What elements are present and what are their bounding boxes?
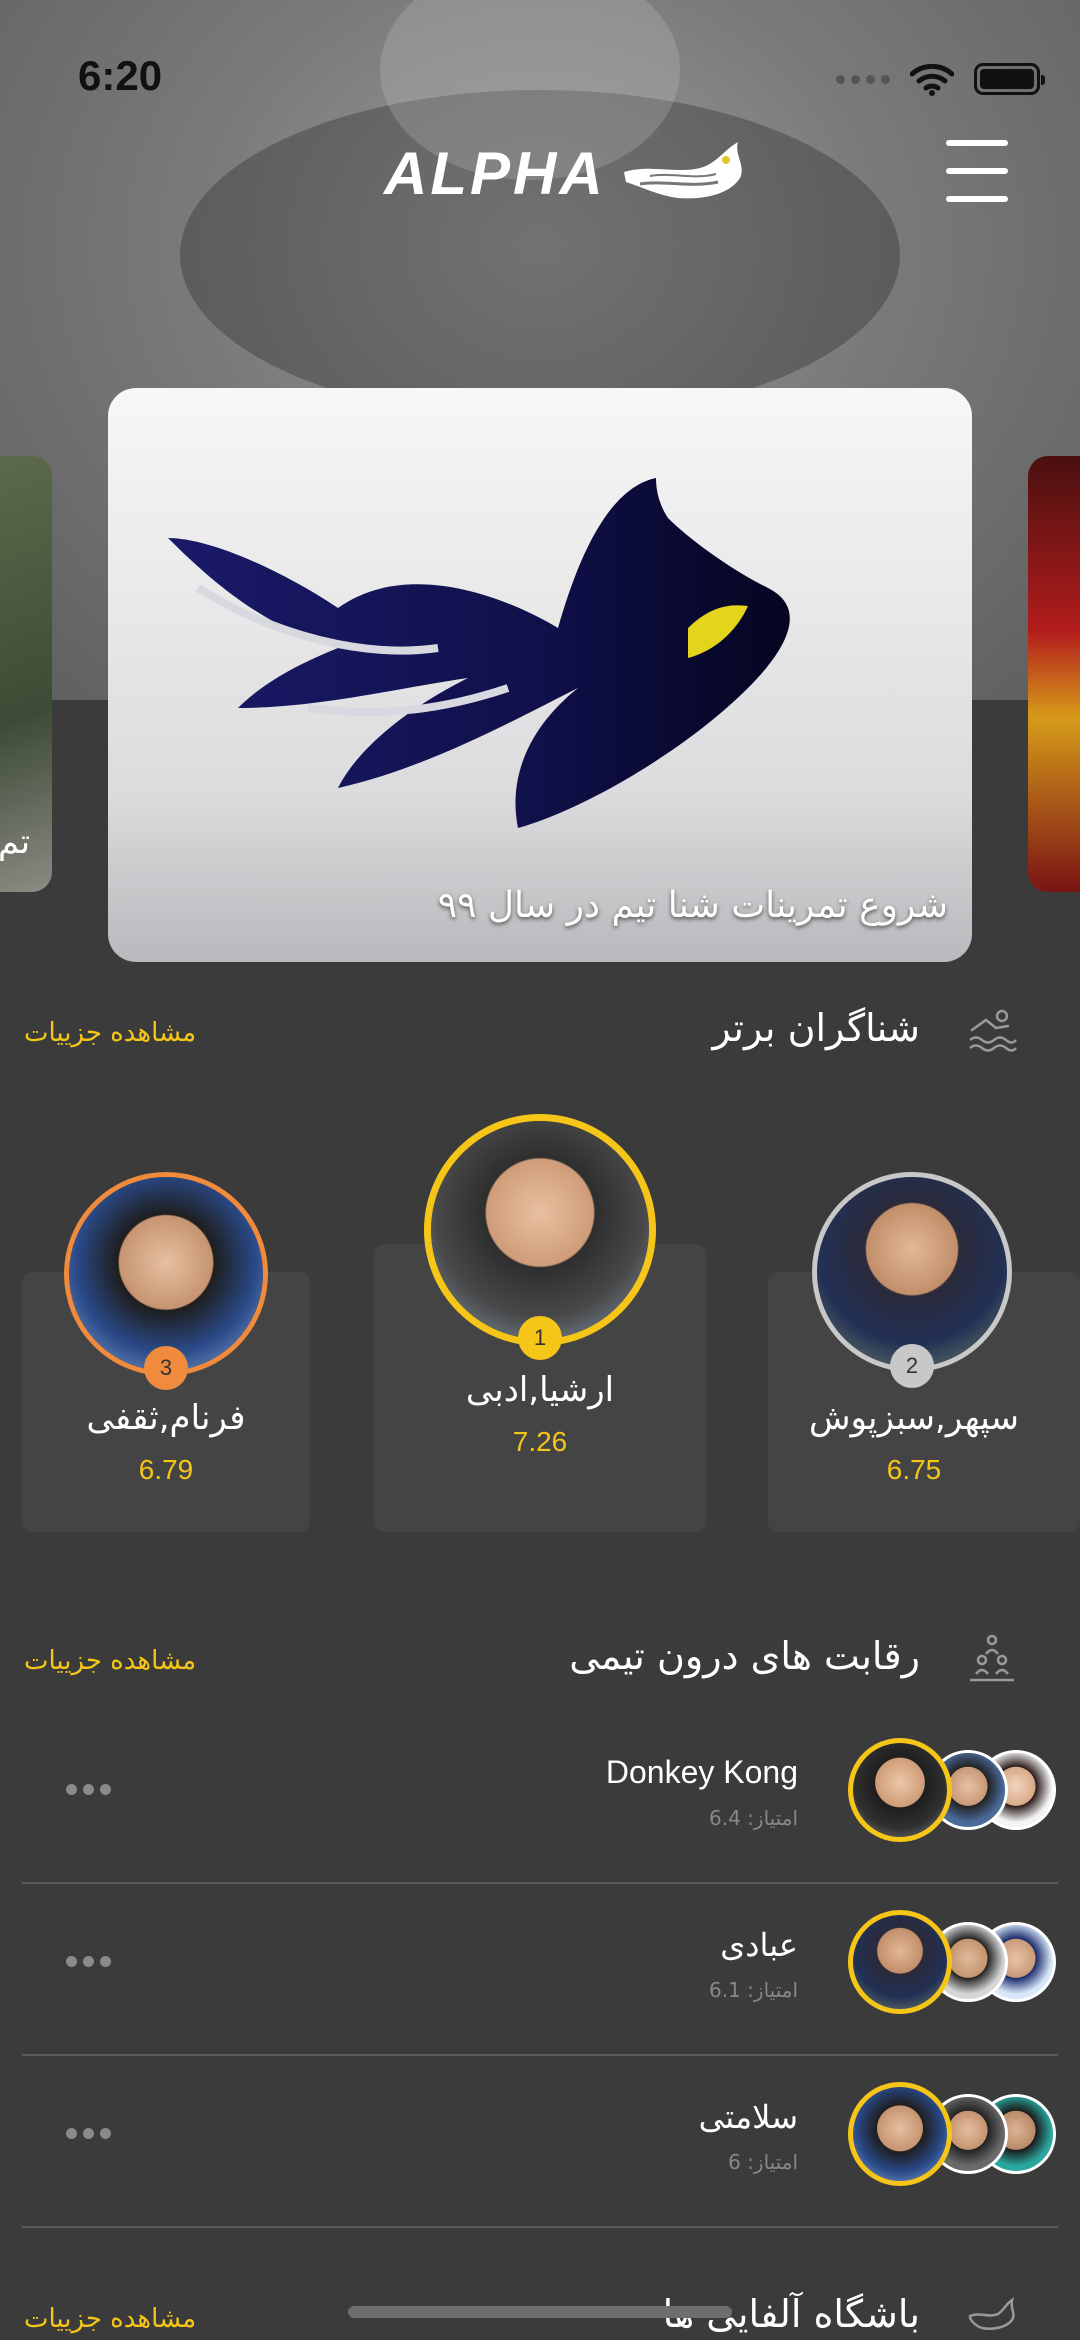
carousel-card-previous-text: تم [0, 822, 31, 862]
swimmer-score-rank-2: 6.75 [886, 1454, 942, 1485]
news-carousel[interactable]: تم شروع تمرینات شنا تیم در سال ۹۹ [0, 380, 1080, 980]
competition-name: Donkey Kong [605, 1754, 798, 1790]
battery-icon [974, 63, 1045, 95]
more-options-icon[interactable] [66, 1784, 111, 1795]
competition-row[interactable]: سلامتی امتیاز: 6 [22, 2056, 1058, 2228]
competitions-details-link[interactable]: مشاهده جزییات [24, 1646, 196, 1676]
status-time: 6:20 [78, 52, 163, 99]
swimmer-name-rank-3: فرنام,ثقفی [86, 1398, 246, 1438]
menu-button[interactable] [946, 140, 1008, 204]
team-pyramid-icon [970, 1634, 1014, 1682]
top-swimmers-title: شناگران برتر [712, 1006, 920, 1050]
top-swimmers-podium: 2 سپهر,سبزپوش 6.75 1 ارشیا,ادبی 7.26 3 ف… [0, 1110, 1080, 1540]
competitions-title: رقابت های درون تیمی [569, 1634, 920, 1678]
carousel-card-caption: شروع تمرینات شنا تیم در سال ۹۹ [437, 885, 948, 926]
swimmer-score-rank-3: 6.79 [138, 1454, 194, 1485]
rank-badge-3: 3 [144, 1346, 188, 1390]
competition-avatars [848, 1910, 1058, 2014]
competition-row[interactable]: Donkey Kong امتیاز: 6.4 [22, 1712, 1058, 1884]
competition-score: امتیاز: 6 [728, 2150, 798, 2174]
swimmer-icon [969, 1009, 1017, 1052]
wifi-icon [910, 63, 954, 96]
signal-icon [836, 74, 890, 84]
competition-row[interactable]: عبادی امتیاز: 6.1 [22, 1884, 1058, 2056]
wolf-wave-icon [968, 2297, 1015, 2330]
competition-avatars [848, 2082, 1058, 2186]
avatar [848, 2082, 952, 2186]
carousel-card-next[interactable] [1028, 456, 1080, 892]
top-swimmers-details-link[interactable]: مشاهده جزییات [24, 1018, 196, 1048]
logo-text: ALPHA [384, 139, 606, 207]
competition-score: امتیاز: 6.4 [709, 1806, 798, 1830]
swimmer-name-rank-2: سپهر,سبزپوش [808, 1398, 1020, 1438]
carousel-card-main[interactable]: شروع تمرینات شنا تیم در سال ۹۹ [108, 388, 972, 962]
competition-name: سلامتی [698, 2099, 798, 2135]
wolf-wave-icon [623, 142, 742, 199]
competition-name: عبادی [720, 1927, 798, 1963]
swimmer-score-rank-1: 7.26 [512, 1426, 568, 1457]
app-logo: ALPHA [384, 138, 750, 208]
avatar-rank-2 [812, 1172, 1012, 1372]
home-indicator[interactable] [348, 2306, 732, 2318]
competitions-header: رقابت های درون تیمی مشاهده جزییات [0, 1632, 1080, 1692]
rank-badge-1: 1 [518, 1316, 562, 1360]
avatar [848, 1910, 952, 2014]
swimmer-name-rank-1: ارشیا,ادبی [465, 1370, 615, 1410]
avatar [848, 1738, 952, 1842]
more-options-icon[interactable] [66, 1956, 111, 1967]
competition-avatars [848, 1738, 1058, 1842]
team-logo-image [168, 478, 790, 828]
more-options-icon[interactable] [66, 2128, 111, 2139]
status-bar: 6:20 [0, 0, 1080, 150]
carousel-card-previous[interactable]: تم [0, 456, 52, 892]
rank-badge-2: 2 [890, 1344, 934, 1388]
top-swimmers-header: شناگران برتر مشاهده جزییات [0, 1004, 1080, 1064]
avatar-rank-1 [424, 1114, 656, 1346]
club-details-link[interactable]: مشاهده جزییات [24, 2304, 196, 2334]
competition-score: امتیاز: 6.1 [709, 1978, 798, 2002]
